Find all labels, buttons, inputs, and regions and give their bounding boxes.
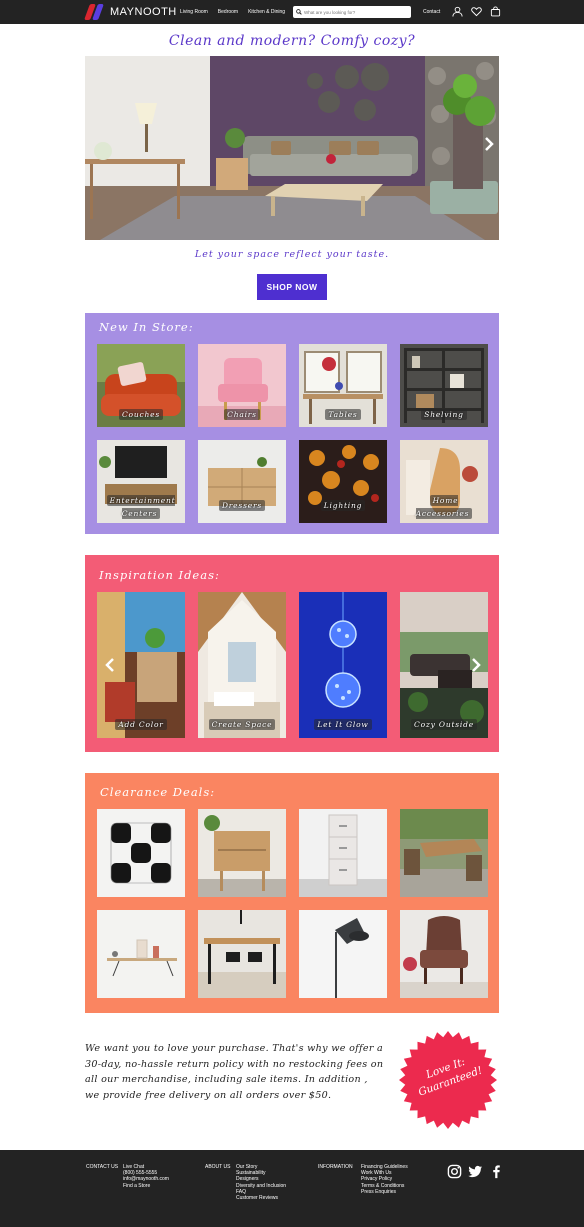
- heart-icon[interactable]: [471, 6, 482, 17]
- inspiration-label-add-color: Add Color: [115, 719, 167, 730]
- chevron-right-icon[interactable]: [481, 136, 497, 152]
- search-box: [293, 6, 411, 18]
- social-links: [447, 1164, 504, 1179]
- clearance-title: Clearance Deals:: [100, 785, 216, 799]
- logo[interactable]: MAYNOOTH: [84, 4, 177, 20]
- category-tile-shelving[interactable]: Shelving: [400, 344, 488, 427]
- logo-mark: [84, 4, 106, 20]
- new-in-store-section: New In Store: Couches Chairs Tables Shel…: [85, 313, 499, 534]
- inspiration-label-create-space: Create Space: [208, 719, 276, 730]
- footer-contact-list: Live Chat (800) 555-5555 info@maynooth.c…: [123, 1164, 169, 1189]
- inspiration-tile-create-space[interactable]: Create Space: [198, 592, 286, 738]
- inspiration-title: Inspiration Ideas:: [99, 568, 220, 582]
- category-label-entertainment-centers: Entertainment Centers: [106, 495, 176, 519]
- footer-link[interactable]: Terms & Conditions: [361, 1183, 408, 1189]
- clearance-tile-white-dresser[interactable]: [299, 809, 387, 897]
- inspiration-label-cozy-outside: Cozy Outside: [411, 719, 477, 730]
- inspiration-label-let-it-glow: Let It Glow: [314, 719, 372, 730]
- category-tile-chairs[interactable]: Chairs: [198, 344, 286, 427]
- hero-subtagline: Let your space reflect your taste.: [194, 249, 390, 260]
- nav-link-bedroom[interactable]: Bedroom: [218, 9, 238, 15]
- category-label-home-accessories: Home Accessories: [415, 495, 473, 519]
- nav-icons: [452, 6, 501, 17]
- category-tile-dressers[interactable]: Dressers: [198, 440, 286, 523]
- footer-info-heading: INFORMATION: [318, 1164, 353, 1170]
- footer-about-heading: ABOUT US: [205, 1164, 231, 1170]
- category-tile-entertainment-centers[interactable]: Entertainment Centers: [97, 440, 185, 523]
- category-label-shelving: Shelving: [421, 409, 467, 420]
- instagram-icon[interactable]: [447, 1164, 462, 1179]
- footer-link[interactable]: info@maynooth.com: [123, 1176, 169, 1182]
- brand-name: MAYNOOTH: [110, 6, 177, 18]
- top-nav: MAYNOOTH Living Room Bedroom Kitchen & D…: [0, 0, 584, 24]
- footer-contact-heading: CONTACT US: [86, 1164, 119, 1170]
- footer-info-list: Financing Guidelines Work With Us Privac…: [361, 1164, 408, 1195]
- shop-now-button[interactable]: SHOP NOW: [257, 274, 327, 300]
- hero-tagline: Clean and modern? Comfy cozy?: [168, 33, 416, 49]
- bag-icon[interactable]: [490, 6, 501, 17]
- clearance-tile-checkered-ottoman[interactable]: [97, 809, 185, 897]
- search-icon: [296, 9, 302, 15]
- footer: CONTACT US Live Chat (800) 555-5555 info…: [0, 1150, 584, 1227]
- chevron-right-icon[interactable]: [468, 657, 484, 673]
- category-label-chairs: Chairs: [224, 409, 260, 420]
- category-tile-tables[interactable]: Tables: [299, 344, 387, 427]
- footer-link[interactable]: Find a Store: [123, 1183, 169, 1189]
- inspiration-tile-let-it-glow[interactable]: Let It Glow: [299, 592, 387, 738]
- nav-link-living-room[interactable]: Living Room: [180, 9, 208, 15]
- nav-link-kitchen-dining[interactable]: Kitchen & Dining: [248, 9, 285, 15]
- facebook-icon[interactable]: [489, 1164, 504, 1179]
- category-tile-lighting[interactable]: Lighting: [299, 440, 387, 523]
- nav-link-contact[interactable]: Contact: [423, 9, 440, 15]
- clearance-tile-floor-lamp[interactable]: [299, 910, 387, 998]
- footer-link[interactable]: Customer Reviews: [236, 1195, 286, 1201]
- hero-image: [85, 56, 499, 240]
- search-input[interactable]: [304, 9, 404, 15]
- category-label-couches: Couches: [118, 409, 163, 420]
- footer-link[interactable]: Diversity and Inclusion: [236, 1183, 286, 1189]
- clearance-tile-patio-table[interactable]: [400, 809, 488, 897]
- category-label-lighting: Lighting: [320, 500, 366, 511]
- footer-link[interactable]: Press Enquiries: [361, 1189, 408, 1195]
- clearance-tile-armchair[interactable]: [400, 910, 488, 998]
- footer-about-list: Our Story Sustainability Designers Diver…: [236, 1164, 286, 1201]
- category-label-dressers: Dressers: [218, 500, 265, 511]
- nav-links: Living Room Bedroom Kitchen & Dining: [180, 9, 285, 15]
- twitter-icon[interactable]: [468, 1164, 483, 1179]
- category-tile-home-accessories[interactable]: Home Accessories: [400, 440, 488, 523]
- clearance-section: Clearance Deals:: [85, 773, 499, 1013]
- clearance-tile-side-cabinet[interactable]: [198, 809, 286, 897]
- category-label-tables: Tables: [325, 409, 361, 420]
- clearance-tile-wall-shelf[interactable]: [97, 910, 185, 998]
- inspiration-section: Inspiration Ideas: Add Color Create Spac…: [85, 555, 499, 752]
- chevron-left-icon[interactable]: [102, 657, 118, 673]
- new-in-store-title: New In Store:: [99, 320, 194, 334]
- account-icon[interactable]: [452, 6, 463, 17]
- return-policy-text: We want you to love your purchase. That'…: [85, 1043, 384, 1101]
- clearance-tile-dining-set[interactable]: [198, 910, 286, 998]
- category-tile-couches[interactable]: Couches: [97, 344, 185, 427]
